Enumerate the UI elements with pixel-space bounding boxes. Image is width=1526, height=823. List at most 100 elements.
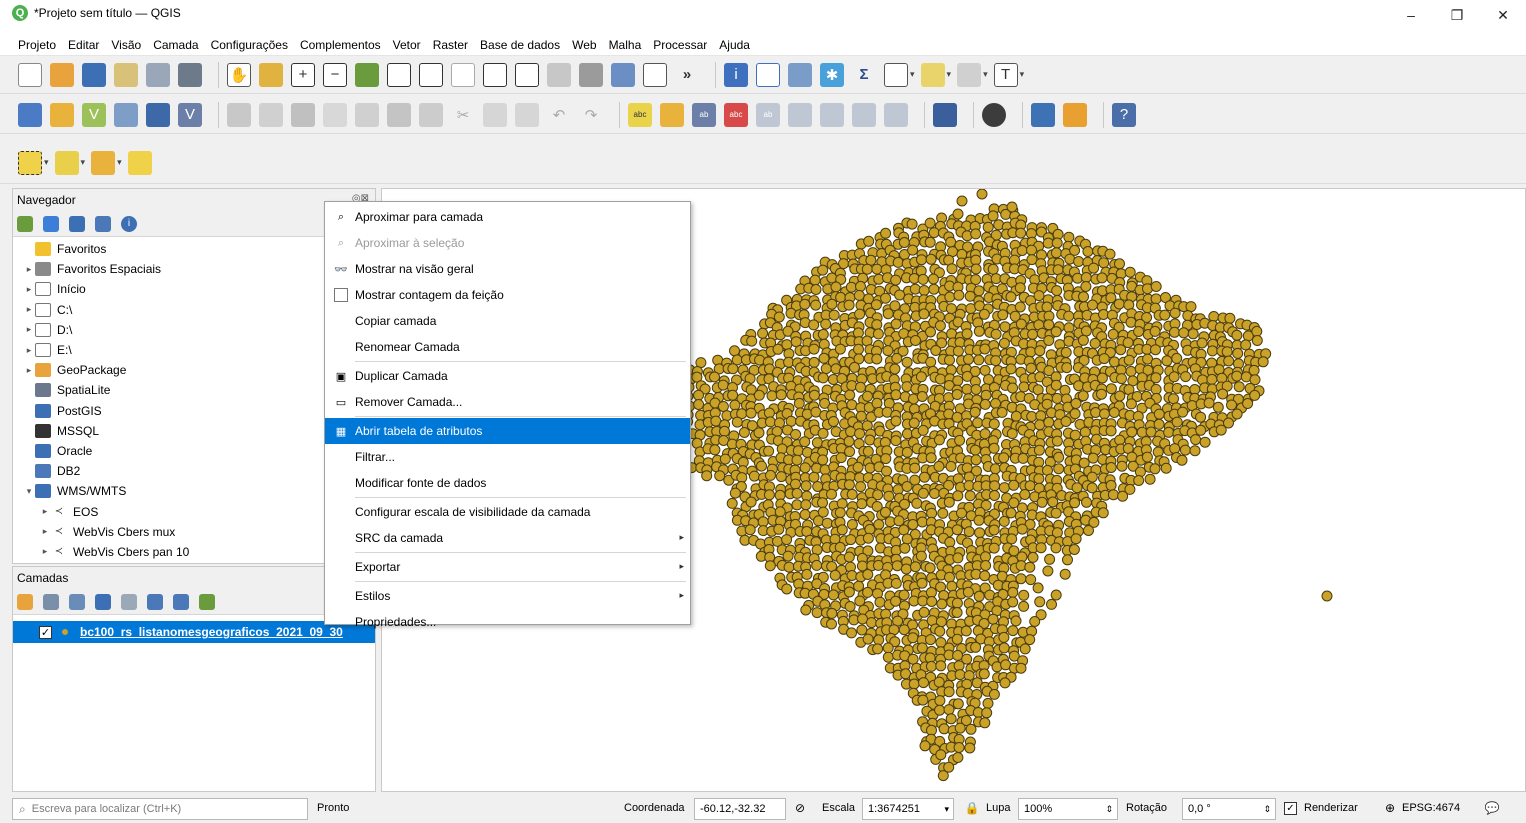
new-shapefile-layer-icon[interactable]: V bbox=[82, 102, 106, 127]
context-menu-item[interactable]: Exportar ▸ bbox=[325, 554, 690, 580]
filter-icon[interactable] bbox=[69, 215, 85, 232]
context-menu-item[interactable]: ▭ Remover Camada... bbox=[325, 389, 690, 415]
minimize-button[interactable]: – bbox=[1388, 0, 1434, 30]
zoom-last-icon[interactable] bbox=[483, 62, 507, 87]
menu-web[interactable]: Web bbox=[572, 38, 596, 52]
expand-arrow-icon[interactable]: ▸ bbox=[39, 526, 51, 537]
context-menu-item[interactable]: 👓 Mostrar na visão geral bbox=[325, 256, 690, 282]
filter-legend-icon[interactable] bbox=[95, 593, 111, 610]
layer-diagram-icon[interactable] bbox=[660, 102, 684, 127]
db-manager-icon[interactable] bbox=[933, 102, 957, 127]
expand-arrow-icon[interactable]: ▸ bbox=[23, 365, 35, 376]
context-menu-item[interactable]: ▣ Duplicar Camada bbox=[325, 363, 690, 389]
deselect-features-icon[interactable] bbox=[91, 150, 116, 175]
new-bookmark-icon[interactable] bbox=[611, 62, 635, 87]
magnifier-spinbox[interactable]: 100% ⇕ bbox=[1018, 798, 1118, 820]
layer-item[interactable]: ✓ bc100_rs_listanomesgeograficos_2021_09… bbox=[13, 621, 375, 643]
pin-labels-icon[interactable]: ab bbox=[692, 102, 716, 127]
layer-styling-icon[interactable] bbox=[17, 593, 33, 610]
menu-ajuda[interactable]: Ajuda bbox=[719, 38, 750, 52]
show-bookmarks-icon[interactable] bbox=[643, 62, 667, 87]
browser-item[interactable]: ▸ Início bbox=[13, 279, 375, 299]
collapse-all-icon[interactable] bbox=[95, 215, 111, 232]
label-properties-icon[interactable] bbox=[884, 102, 908, 127]
expand-all-icon[interactable] bbox=[147, 593, 163, 610]
crs-status[interactable]: EPSG:4674 bbox=[1402, 802, 1460, 814]
context-menu-item[interactable]: SRC da camada ▸ bbox=[325, 525, 690, 551]
pan-to-selection-icon[interactable] bbox=[259, 62, 283, 87]
new-virtual-layer-icon[interactable]: V bbox=[178, 102, 202, 127]
expand-arrow-icon[interactable]: ▾ bbox=[23, 486, 35, 497]
context-menu-item[interactable]: ⌕ Aproximar à seleção bbox=[325, 230, 690, 256]
browser-item[interactable]: DB2 bbox=[13, 461, 375, 481]
zoom-next-icon[interactable] bbox=[515, 62, 539, 87]
open-attribute-table-icon[interactable] bbox=[756, 62, 780, 87]
collapse-all-layers-icon[interactable] bbox=[173, 593, 189, 610]
processing-toolbox-icon[interactable]: ✱ bbox=[820, 62, 844, 87]
browser-item[interactable]: ▾ WMS/WMTS bbox=[13, 481, 375, 501]
highlight-pinned-labels-icon[interactable]: abc bbox=[724, 102, 748, 127]
coordinate-field[interactable]: -60.12,-32.32 bbox=[694, 798, 786, 820]
locate-icon[interactable] bbox=[957, 62, 982, 87]
paste-features-icon[interactable] bbox=[515, 102, 539, 127]
remove-layer-icon[interactable] bbox=[199, 593, 215, 610]
browser-item[interactable]: ▸ ≺ WebVis Cbers pan 10 bbox=[13, 542, 375, 562]
menu-raster[interactable]: Raster bbox=[433, 38, 468, 52]
measure-line-icon[interactable] bbox=[884, 62, 908, 87]
menu-configuracoes[interactable]: Configurações bbox=[211, 38, 288, 52]
more-tools-icon[interactable]: » bbox=[675, 63, 699, 87]
browser-item[interactable]: Favoritos bbox=[13, 239, 375, 259]
browser-item[interactable]: Oracle bbox=[13, 441, 375, 461]
browser-item[interactable]: PostGIS bbox=[13, 401, 375, 421]
zoom-out-icon[interactable]: − bbox=[323, 62, 347, 87]
add-layer-icon[interactable] bbox=[17, 215, 33, 232]
label-toolbar-icon[interactable]: abc bbox=[628, 102, 652, 127]
context-menu-item[interactable]: Propriedades... bbox=[325, 609, 690, 635]
context-menu-item[interactable]: Configurar escala de visibilidade da cam… bbox=[325, 499, 690, 525]
context-menu-item[interactable]: Estilos ▸ bbox=[325, 583, 690, 609]
browser-item[interactable]: ▸ Favoritos Espaciais bbox=[13, 259, 375, 279]
select-features-icon[interactable] bbox=[18, 150, 42, 175]
show-hide-labels-icon[interactable] bbox=[852, 102, 876, 127]
menu-editar[interactable]: Editar bbox=[68, 38, 99, 52]
expand-arrow-icon[interactable]: ▸ bbox=[23, 284, 35, 295]
context-menu-item[interactable]: Mostrar contagem da feição bbox=[325, 282, 690, 308]
expand-arrow-icon[interactable]: ▸ bbox=[23, 304, 35, 315]
zoom-to-layer-icon[interactable] bbox=[419, 62, 443, 87]
rotate-label-icon[interactable] bbox=[788, 102, 812, 127]
close-button[interactable]: ✕ bbox=[1480, 0, 1526, 30]
lock-icon[interactable]: 🔒 bbox=[964, 800, 980, 816]
properties-info-icon[interactable]: i bbox=[121, 215, 137, 232]
new-temporary-layer-icon[interactable] bbox=[146, 102, 170, 127]
menu-processar[interactable]: Processar bbox=[653, 38, 707, 52]
map-tips-icon[interactable] bbox=[920, 62, 945, 87]
new-3d-map-view-icon[interactable] bbox=[579, 62, 603, 87]
cut-features-icon[interactable]: ✂ bbox=[451, 103, 475, 127]
browser-item[interactable]: ▸ ≺ WebVis Cbers mux bbox=[13, 522, 375, 542]
context-menu-item[interactable]: Renomear Camada bbox=[325, 334, 690, 360]
refresh-icon[interactable] bbox=[43, 215, 59, 232]
browser-item[interactable]: MSSQL bbox=[13, 421, 375, 441]
expand-arrow-icon[interactable]: ▸ bbox=[39, 506, 51, 517]
context-menu-item[interactable]: ▦ Abrir tabela de atributos bbox=[325, 418, 690, 444]
help-icon[interactable]: ? bbox=[1112, 102, 1136, 127]
menu-camada[interactable]: Camada bbox=[153, 38, 198, 52]
browser-item[interactable]: ▸ GeoPackage bbox=[13, 360, 375, 380]
delete-selected-icon[interactable] bbox=[419, 102, 443, 127]
add-point-feature-icon[interactable] bbox=[323, 102, 347, 127]
context-menu-item[interactable]: ⌕ Aproximar para camada bbox=[325, 204, 690, 230]
identify-features-icon[interactable]: i bbox=[724, 62, 748, 87]
menu-complementos[interactable]: Complementos bbox=[300, 38, 381, 52]
new-print-layout-icon[interactable] bbox=[114, 62, 138, 87]
menu-projeto[interactable]: Projeto bbox=[18, 38, 56, 52]
menu-base-de-dados[interactable]: Base de dados bbox=[480, 38, 560, 52]
menu-malha[interactable]: Malha bbox=[609, 38, 642, 52]
maximize-button[interactable]: ❐ bbox=[1434, 0, 1480, 30]
modify-attributes-icon[interactable] bbox=[387, 102, 411, 127]
messages-icon[interactable]: 💬 bbox=[1484, 800, 1500, 816]
user-profile-icon[interactable] bbox=[1063, 102, 1087, 127]
text-annotation-icon[interactable]: T bbox=[993, 62, 1018, 87]
toggle-editing-icon[interactable] bbox=[259, 102, 283, 127]
change-label-icon[interactable] bbox=[820, 102, 844, 127]
new-project-icon[interactable] bbox=[18, 62, 42, 87]
